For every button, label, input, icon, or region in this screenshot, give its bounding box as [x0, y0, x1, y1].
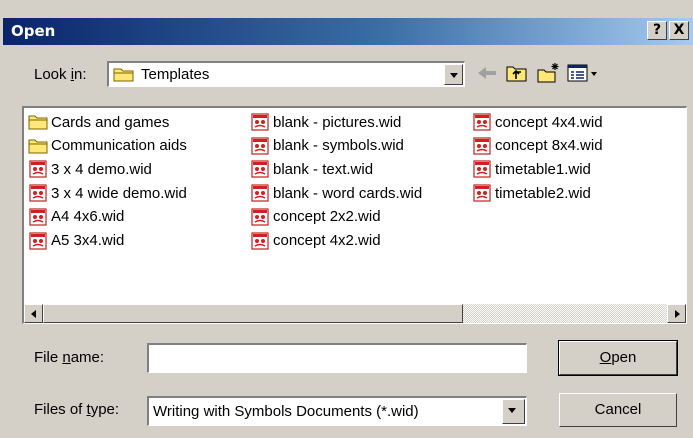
file-name-input[interactable]	[147, 343, 527, 373]
wid-document-icon	[251, 184, 269, 202]
file-type-value: Writing with Symbols Documents (*.wid)	[153, 403, 419, 420]
wid-document-icon	[251, 231, 269, 250]
look-in-value: Templates	[141, 66, 210, 83]
file-item-label: A5 3x4.wid	[51, 232, 125, 249]
horizontal-scrollbar[interactable]	[24, 304, 686, 323]
wid-document-icon	[251, 113, 269, 131]
file-item-label: blank - word cards.wid	[273, 184, 423, 202]
file-item[interactable]: A5 3x4.wid	[28, 230, 124, 252]
file-item-label: concept 4x4.wid	[495, 113, 603, 131]
file-list[interactable]: Cards and games Communication aids 3 x 4 d…	[22, 106, 687, 324]
file-name-label: File name:	[34, 349, 105, 366]
file-item-label: A4 4x6.wid	[51, 208, 125, 226]
file-item-label: Communication aids	[51, 137, 187, 155]
look-in-dropdown[interactable]: Templates	[107, 61, 465, 87]
view-menu-icon[interactable]	[566, 62, 600, 84]
cancel-button[interactable]: Cancel	[559, 393, 677, 427]
file-item[interactable]: timetable1.wid	[472, 158, 591, 180]
file-item-label: Cards and games	[51, 113, 170, 131]
look-in-dropdown-button[interactable]	[444, 64, 463, 85]
folder-icon	[28, 139, 48, 154]
scroll-thumb[interactable]	[43, 304, 463, 323]
file-item-label: blank - text.wid	[273, 160, 374, 178]
file-type-dropdown-button[interactable]	[502, 399, 525, 424]
folder-icon	[113, 68, 134, 82]
wid-document-icon	[29, 160, 47, 178]
wid-document-icon	[29, 231, 47, 250]
wid-document-icon	[29, 208, 47, 226]
file-item-label: concept 2x2.wid	[273, 208, 381, 226]
folder-item[interactable]: Communication aids	[28, 135, 187, 157]
file-item-label: 3 x 4 wide demo.wid	[51, 184, 187, 202]
help-button[interactable]: ?	[647, 21, 667, 40]
folder-item[interactable]: Cards and games	[28, 111, 169, 133]
new-folder-icon[interactable]	[535, 62, 561, 84]
file-item-label: concept 8x4.wid	[495, 137, 603, 155]
up-folder-icon[interactable]	[504, 62, 530, 84]
file-item[interactable]: blank - symbols.wid	[250, 135, 404, 157]
file-item-label: timetable2.wid	[495, 184, 591, 202]
file-item-label: blank - symbols.wid	[273, 137, 404, 155]
folder-icon	[28, 115, 48, 130]
file-item[interactable]: timetable2.wid	[472, 182, 591, 204]
file-item-label: blank - pictures.wid	[273, 113, 402, 131]
file-item[interactable]: blank - word cards.wid	[250, 182, 422, 204]
file-item[interactable]: concept 2x2.wid	[250, 206, 381, 228]
open-button[interactable]: Open	[558, 340, 678, 376]
file-item-label: concept 4x2.wid	[273, 232, 381, 249]
file-item[interactable]: blank - pictures.wid	[250, 111, 401, 133]
file-item-label: 3 x 4 demo.wid	[51, 160, 152, 178]
file-item[interactable]: concept 8x4.wid	[472, 135, 603, 157]
window-title: Open	[11, 22, 56, 40]
wid-document-icon	[251, 160, 269, 178]
file-item[interactable]: A4 4x6.wid	[28, 206, 124, 228]
file-item[interactable]: 3 x 4 demo.wid	[28, 158, 152, 180]
file-item[interactable]: blank - text.wid	[250, 158, 373, 180]
back-arrow-icon[interactable]	[474, 62, 500, 84]
file-type-label: Files of type:	[34, 401, 120, 418]
file-item[interactable]: 3 x 4 wide demo.wid	[28, 182, 187, 204]
file-item[interactable]: concept 4x4.wid	[472, 111, 603, 133]
close-button[interactable]: X	[669, 21, 689, 40]
wid-document-icon	[473, 137, 491, 155]
wid-document-icon	[473, 113, 491, 131]
file-item-label: timetable1.wid	[495, 160, 591, 178]
wid-document-icon	[251, 208, 269, 226]
scroll-left-button[interactable]	[24, 304, 43, 323]
look-in-label: Look in:	[34, 66, 87, 83]
wid-document-icon	[29, 184, 47, 202]
wid-document-icon	[473, 184, 491, 202]
wid-document-icon	[473, 160, 491, 178]
wid-document-icon	[251, 137, 269, 155]
file-type-dropdown[interactable]: Writing with Symbols Documents (*.wid)	[147, 396, 527, 426]
scroll-right-button[interactable]	[667, 304, 686, 323]
title-bar[interactable]: Open ? X	[3, 18, 693, 45]
file-item[interactable]: concept 4x2.wid	[250, 230, 381, 252]
open-dialog: Open ? X Look in: Templates Cards and ga…	[0, 0, 693, 438]
